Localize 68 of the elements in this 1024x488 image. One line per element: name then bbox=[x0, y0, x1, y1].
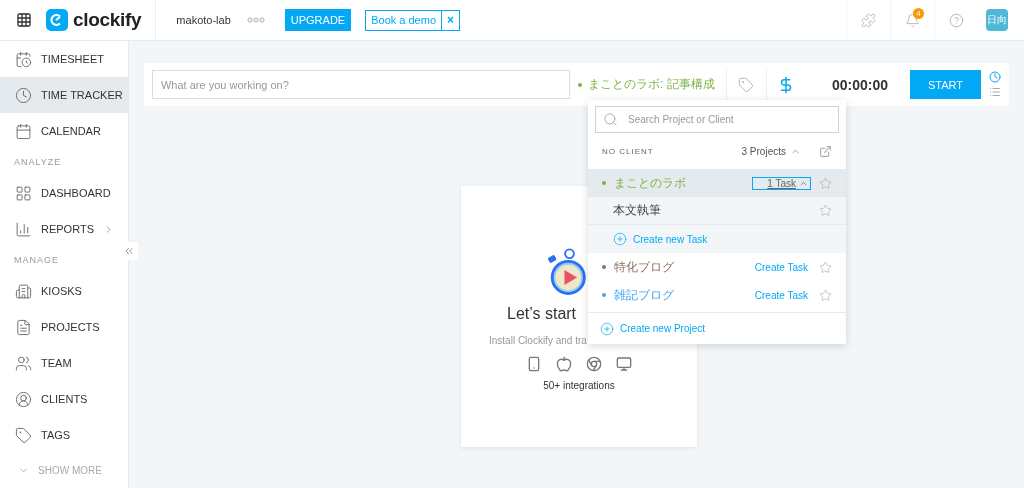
task-toggle[interactable]: Create Task bbox=[739, 260, 811, 274]
sidebar-item[interactable]: REPORTS bbox=[0, 211, 128, 247]
list-icon[interactable] bbox=[989, 86, 1002, 98]
help-icon[interactable] bbox=[949, 12, 964, 28]
sidebar-item[interactable]: DASHBOARD bbox=[0, 175, 128, 211]
project-item[interactable]: 雑記ブログ Create Task bbox=[588, 281, 846, 309]
sidebar-item[interactable]: KIOSKS bbox=[0, 273, 128, 309]
search-icon bbox=[603, 112, 618, 127]
sidebar-item[interactable]: TIME TRACKER bbox=[0, 77, 128, 113]
task-item[interactable]: 本文執筆 bbox=[588, 197, 846, 225]
sidebar-item[interactable]: TEAM bbox=[0, 345, 128, 381]
install-text: Install Clockify and tra bbox=[489, 335, 587, 346]
document-icon bbox=[15, 318, 32, 336]
building-icon bbox=[15, 282, 32, 300]
timesheet-icon bbox=[15, 50, 32, 68]
create-project-link[interactable]: Create new Project bbox=[620, 323, 706, 334]
tag-icon[interactable] bbox=[738, 76, 755, 93]
plus-icon bbox=[613, 232, 627, 246]
apple-icon[interactable] bbox=[556, 356, 572, 372]
more-icon[interactable] bbox=[246, 17, 265, 23]
phone-icon[interactable] bbox=[526, 356, 542, 372]
project-item[interactable]: 特化ブログ Create Task bbox=[588, 253, 846, 281]
desktop-icon[interactable] bbox=[616, 356, 632, 372]
people-icon bbox=[15, 354, 32, 372]
sidebar-item[interactable]: PROJECTS bbox=[0, 309, 128, 345]
project-selector[interactable]: まことのラボ: 記事構成 bbox=[588, 76, 715, 93]
sidebar-item[interactable]: CALENDAR bbox=[0, 113, 128, 149]
sidebar-item[interactable]: CLIENTS bbox=[0, 381, 128, 417]
search-box[interactable]: Search Project or Client bbox=[595, 106, 839, 133]
stopwatch-drawing bbox=[547, 248, 587, 295]
clock-icon bbox=[15, 86, 32, 104]
sidebar-item[interactable]: TIMESHEET bbox=[0, 41, 128, 77]
calendar-icon bbox=[15, 122, 32, 140]
external-link-icon[interactable] bbox=[819, 144, 832, 158]
task-toggle[interactable]: 1 Task bbox=[752, 176, 811, 190]
star-icon[interactable] bbox=[819, 204, 832, 217]
project-dot bbox=[578, 82, 582, 87]
bell-icon[interactable] bbox=[905, 12, 920, 28]
section-heading: ANALYZE bbox=[13, 156, 63, 169]
project-item[interactable]: まことのラボ 1 Task bbox=[588, 169, 846, 197]
logo-icon bbox=[46, 9, 68, 31]
grid-icon bbox=[15, 184, 32, 202]
section-heading: MANAGE bbox=[13, 254, 60, 267]
projects-count-toggle[interactable]: 3 Projects bbox=[735, 144, 807, 158]
upgrade-button[interactable]: UPGRADE bbox=[284, 9, 352, 31]
puzzle-icon[interactable] bbox=[861, 12, 876, 28]
star-icon[interactable] bbox=[819, 260, 832, 274]
timer: 00:00:00 bbox=[832, 76, 889, 93]
task-toggle[interactable]: Create Task bbox=[739, 288, 811, 302]
workspace-name[interactable]: makoto-lab bbox=[176, 14, 231, 26]
brand-name: clockify bbox=[73, 9, 142, 31]
group-label: NO CLIENT bbox=[602, 146, 654, 156]
star-icon[interactable] bbox=[819, 176, 832, 190]
clock-icon[interactable] bbox=[989, 71, 1002, 83]
notification-badge: 4 bbox=[913, 8, 924, 19]
welcome-title: Let’s start bbox=[507, 305, 577, 323]
apps-grid-icon[interactable] bbox=[16, 12, 32, 28]
chrome-icon[interactable] bbox=[586, 356, 602, 372]
integrations-text: 50+ integrations bbox=[542, 380, 616, 391]
start-button[interactable]: START bbox=[910, 70, 982, 99]
star-icon[interactable] bbox=[819, 288, 832, 302]
tag-icon bbox=[15, 426, 32, 444]
description-input[interactable]: What are you working on? bbox=[152, 70, 570, 99]
sidebar-item[interactable]: TAGS bbox=[0, 417, 128, 453]
bar-chart-icon bbox=[15, 220, 32, 238]
user-circle-icon bbox=[15, 390, 32, 408]
double-chevron-icon bbox=[123, 245, 135, 257]
plus-icon bbox=[600, 321, 614, 336]
